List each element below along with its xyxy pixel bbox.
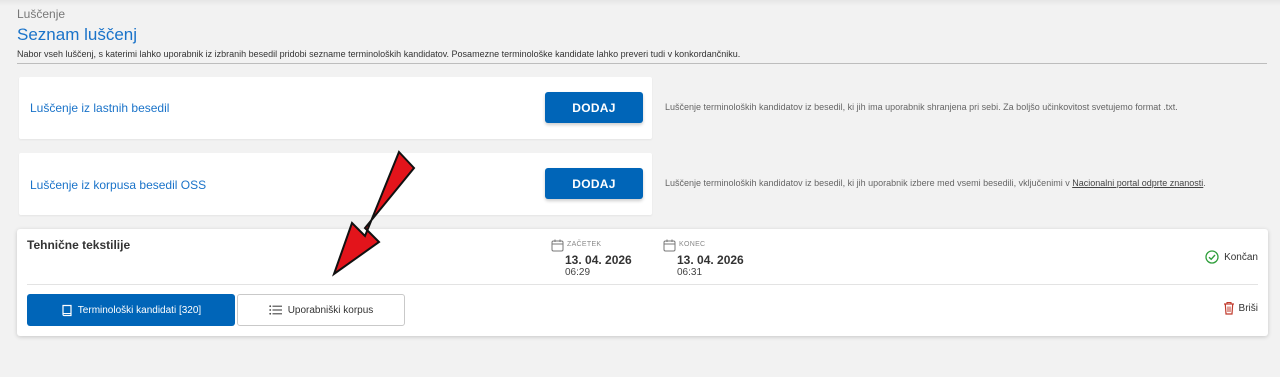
source-card-oss-corpus: Luščenje iz korpusa besedil OSS DODAJ bbox=[19, 153, 652, 215]
start-date: 13. 04. 2026 bbox=[565, 253, 632, 267]
calendar-icon bbox=[663, 239, 676, 252]
end-time: 06:31 bbox=[677, 267, 703, 278]
list-icon bbox=[268, 305, 282, 315]
calendar-icon bbox=[551, 239, 564, 252]
extraction-job-card: Tehnične tekstilije ZAČETEK 13. 04. 2026… bbox=[17, 229, 1268, 336]
terminology-candidates-label: Terminološki kandidati [320] bbox=[77, 304, 202, 316]
delete-label: Briši bbox=[1238, 302, 1258, 314]
trash-icon bbox=[1223, 301, 1234, 315]
source-own-texts-note: Luščenje terminoloških kandidatov iz bes… bbox=[665, 102, 1178, 112]
header-divider bbox=[17, 63, 1267, 64]
user-corpus-button[interactable]: Uporabniški korpus bbox=[237, 294, 405, 326]
add-own-texts-button[interactable]: DODAJ bbox=[545, 92, 643, 123]
job-title: Tehnične tekstilije bbox=[27, 238, 131, 252]
national-portal-link[interactable]: Nacionalni portal odprte znanosti bbox=[1072, 178, 1203, 188]
source-card-own-texts: Luščenje iz lastnih besedil DODAJ bbox=[19, 77, 652, 139]
check-circle-icon bbox=[1205, 250, 1219, 264]
source-own-texts-label: Luščenje iz lastnih besedil bbox=[30, 101, 170, 115]
end-caption: KONEC bbox=[679, 241, 706, 248]
top-shadow bbox=[0, 0, 1280, 6]
add-oss-corpus-button[interactable]: DODAJ bbox=[545, 168, 643, 199]
source-oss-note-prefix: Luščenje terminoloških kandidatov iz bes… bbox=[665, 178, 1073, 188]
terminology-candidates-button[interactable]: Terminološki kandidati [320] bbox=[27, 294, 235, 326]
start-time: 06:29 bbox=[565, 267, 591, 278]
page-title: Seznam luščenj bbox=[17, 25, 138, 44]
end-date: 13. 04. 2026 bbox=[677, 253, 744, 267]
source-oss-corpus-note: Luščenje terminoloških kandidatov iz bes… bbox=[665, 178, 1206, 188]
delete-job-button[interactable]: Briši bbox=[1223, 301, 1258, 315]
book-icon bbox=[62, 304, 72, 316]
source-oss-note-suffix: . bbox=[1203, 178, 1206, 188]
user-corpus-label: Uporabniški korpus bbox=[287, 304, 374, 316]
source-oss-corpus-label: Luščenje iz korpusa besedil OSS bbox=[30, 178, 207, 192]
job-status-label: Končan bbox=[1224, 251, 1258, 263]
page-description: Nabor vseh luščenj, s katerimi lahko upo… bbox=[17, 49, 741, 59]
job-status: Končan bbox=[1205, 250, 1258, 264]
start-caption: ZAČETEK bbox=[567, 241, 602, 248]
job-card-divider bbox=[27, 284, 1258, 285]
breadcrumb[interactable]: Luščenje bbox=[17, 7, 65, 21]
